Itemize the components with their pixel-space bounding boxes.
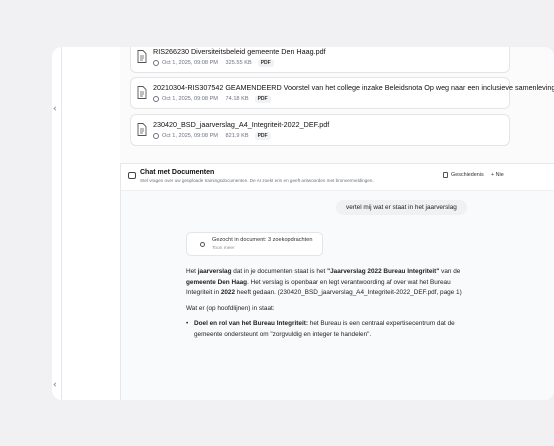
show-more-link[interactable]: Toon meer <box>212 246 235 251</box>
document-card[interactable]: 20210304-RIS307542 GEAMENDEERD Voorstel … <box>130 77 554 109</box>
document-icon <box>137 86 147 99</box>
document-icon <box>137 123 147 136</box>
user-message: vertel mij wat er staat in het jaarversl… <box>336 200 467 215</box>
fade-overlay <box>121 351 554 373</box>
document-card[interactable]: RIS266230 Diversiteitsbeleid gemeente De… <box>130 47 510 73</box>
new-chat-button[interactable]: + Nie <box>491 172 504 178</box>
history-label: Geschiedenis <box>451 172 484 178</box>
document-date: Oct 1, 2025, 09:08 PM <box>162 133 218 139</box>
chat-bubble-icon <box>128 172 136 179</box>
answer-paragraph: Het jaarverslag dat in je documenten sta… <box>186 268 462 296</box>
document-meta: Oct 1, 2025, 09:08 PM 821.9 KB PDF <box>153 132 271 140</box>
expand-chevron-icon[interactable] <box>53 382 58 387</box>
main-content: RIS266230 Diversiteitsbeleid gemeente De… <box>120 47 554 400</box>
answer-paragraph: Wat er (op hoofdlijnen) in staat: <box>186 304 275 312</box>
search-icon <box>200 242 205 247</box>
app-window: RIS266230 Diversiteitsbeleid gemeente De… <box>52 47 554 400</box>
history-button[interactable]: Geschiedenis <box>443 172 484 178</box>
document-title[interactable]: RIS266230 Diversiteitsbeleid gemeente De… <box>153 47 326 56</box>
assistant-message: Het jaarverslag dat in je documenten sta… <box>186 267 466 340</box>
chat-title: Chat met Documenten <box>140 169 215 176</box>
file-type-badge: PDF <box>257 59 274 67</box>
document-title[interactable]: 20210304-RIS307542 GEAMENDEERD Voorstel … <box>153 83 554 92</box>
document-title[interactable]: 230420_BSD_jaarverslag_A4_Integriteit-20… <box>153 120 329 129</box>
document-size: 325.55 KB <box>225 60 252 66</box>
list-item: Doel en rol van het Bureau Integriteit: … <box>186 319 466 340</box>
chat-header: Chat met Documenten Stel vragen over uw … <box>121 164 554 188</box>
clock-icon <box>153 60 159 66</box>
collapse-chevron-icon[interactable] <box>53 106 58 111</box>
document-card[interactable]: 230420_BSD_jaarverslag_A4_Integriteit-20… <box>130 114 510 146</box>
document-date: Oct 1, 2025, 09:08 PM <box>162 96 218 102</box>
document-date: Oct 1, 2025, 09:08 PM <box>162 60 218 66</box>
tool-call-title: Gezocht in document: 3 zoekopdrachten <box>212 237 313 243</box>
chat-messages[interactable]: vertel mij wat er staat in het jaarversl… <box>121 191 554 400</box>
file-type-badge: PDF <box>254 95 271 103</box>
document-icon <box>137 50 147 63</box>
chat-subtitle: Stel vragen over uw geüploade trainingsd… <box>140 178 374 183</box>
history-icon <box>443 172 448 178</box>
chat-panel: Chat met Documenten Stel vragen over uw … <box>120 163 554 400</box>
clock-icon <box>153 96 159 102</box>
answer-list: Doel en rol van het Bureau Integriteit: … <box>186 319 466 340</box>
document-size: 74.18 KB <box>225 96 249 102</box>
clock-icon <box>153 133 159 139</box>
file-type-badge: PDF <box>254 132 271 140</box>
document-size: 821.9 KB <box>225 133 249 139</box>
document-meta: Oct 1, 2025, 09:08 PM 325.55 KB PDF <box>153 59 274 67</box>
left-rail <box>52 47 62 400</box>
tool-call-card[interactable]: Gezocht in document: 3 zoekopdrachten To… <box>186 232 323 256</box>
document-meta: Oct 1, 2025, 09:08 PM 74.18 KB PDF <box>153 95 271 103</box>
